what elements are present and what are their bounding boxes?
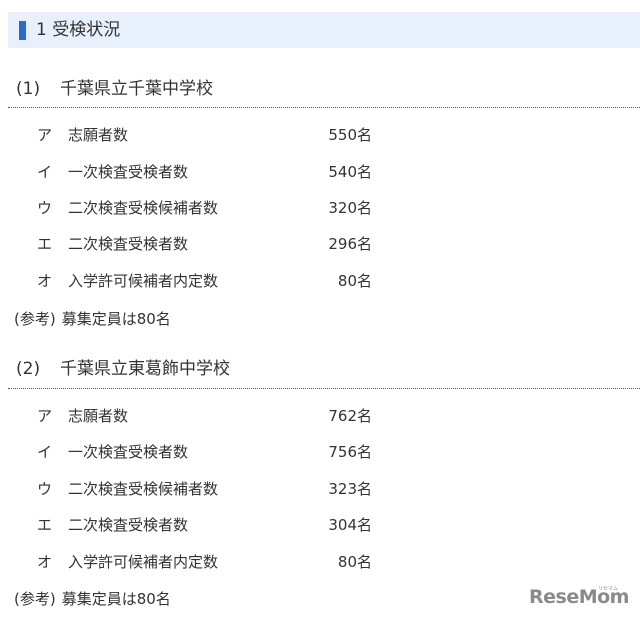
row-value: 756名	[328, 443, 372, 461]
row-letter: エ	[37, 235, 53, 253]
note-text: 募集定員は80名	[61, 590, 171, 608]
row-letter: イ	[37, 443, 53, 461]
table-row: エ 二次検査受検者数 304名	[0, 514, 640, 536]
row-letter: ウ	[37, 199, 53, 217]
school-1-number: (1)	[16, 79, 41, 99]
school-1-divider	[8, 107, 640, 108]
row-label: 二次検査受検候補者数	[68, 199, 219, 217]
row-letter: ア	[37, 126, 53, 144]
row-value: 80名	[337, 272, 372, 290]
header-marker-bar	[19, 21, 26, 40]
school-2-title: (2) 千葉県立東葛飾中学校	[16, 358, 230, 380]
school-2-note: (参考) 募集定員は80名	[14, 588, 171, 610]
row-value: 762名	[328, 407, 372, 425]
school-2-name: 千葉県立東葛飾中学校	[60, 359, 230, 379]
school-1-title: (1) 千葉県立千葉中学校	[16, 78, 213, 100]
row-value: 540名	[328, 163, 372, 181]
table-row: エ 二次検査受検者数 296名	[0, 233, 640, 255]
note-prefix: (参考)	[14, 310, 56, 328]
row-label: 二次検査受検者数	[68, 516, 189, 534]
row-value: 320名	[328, 199, 372, 217]
school-2-number: (2)	[16, 359, 41, 379]
school-2-divider	[8, 388, 640, 389]
row-letter: オ	[37, 553, 53, 571]
school-1-note: (参考) 募集定員は80名	[14, 308, 171, 330]
row-label: 一次検査受検者数	[68, 443, 189, 461]
note-text: 募集定員は80名	[61, 310, 171, 328]
row-label: 一次検査受検者数	[68, 163, 189, 181]
row-label: 二次検査受検者数	[68, 235, 189, 253]
page-title: 1 受検状況	[36, 20, 121, 40]
table-row: ウ 二次検査受検候補者数 323名	[0, 478, 640, 500]
row-label: 志願者数	[68, 126, 129, 144]
table-row: オ 入学許可候補者内定数 80名	[0, 270, 640, 292]
row-letter: ア	[37, 407, 53, 425]
row-value: 304名	[328, 516, 372, 534]
row-value: 80名	[337, 553, 372, 571]
row-letter: ウ	[37, 480, 53, 498]
table-row: ウ 二次検査受検候補者数 320名	[0, 197, 640, 219]
row-label: 入学許可候補者内定数	[68, 553, 219, 571]
row-label: 志願者数	[68, 407, 129, 425]
school-1-name: 千葉県立千葉中学校	[60, 79, 213, 99]
section-header-bar: 1 受検状況	[8, 12, 640, 48]
row-letter: エ	[37, 516, 53, 534]
row-value: 296名	[328, 235, 372, 253]
table-row: ア 志願者数 550名	[0, 124, 640, 146]
table-row: イ 一次検査受検者数 540名	[0, 161, 640, 183]
row-letter: イ	[37, 163, 53, 181]
row-value: 550名	[328, 126, 372, 144]
resemom-logo-sub: リセマム	[598, 586, 619, 592]
row-label: 二次検査受検候補者数	[68, 480, 219, 498]
table-row: ア 志願者数 762名	[0, 405, 640, 427]
table-row: イ 一次検査受検者数 756名	[0, 441, 640, 463]
row-label: 入学許可候補者内定数	[68, 272, 219, 290]
row-value: 323名	[328, 480, 372, 498]
row-letter: オ	[37, 272, 53, 290]
table-row: オ 入学許可候補者内定数 80名	[0, 551, 640, 573]
note-prefix: (参考)	[14, 590, 56, 608]
